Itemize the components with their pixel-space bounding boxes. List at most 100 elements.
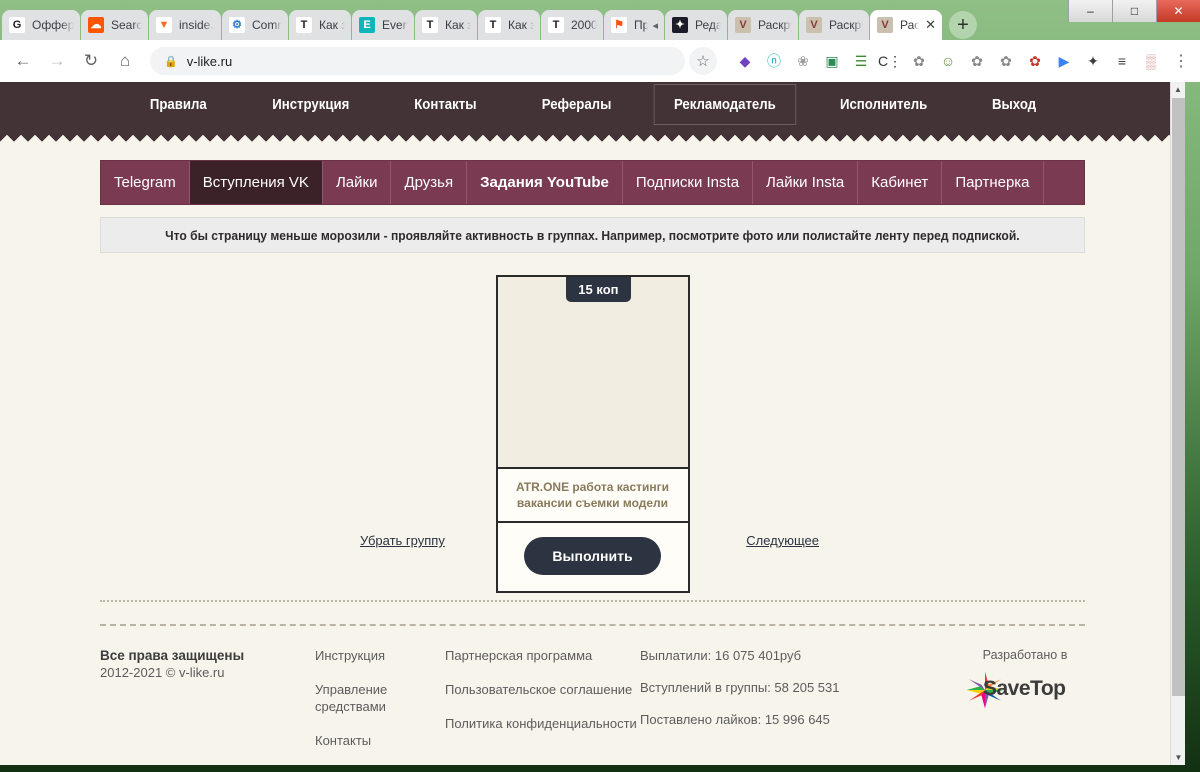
- browser-menu-button[interactable]: ⋮: [1170, 51, 1192, 71]
- gem-extension-icon[interactable]: ◆: [732, 48, 758, 74]
- new-tab-plus-icon: +: [957, 13, 969, 36]
- tab-close-icon[interactable]: ✕: [925, 17, 936, 33]
- address-bar[interactable]: 🔒 v-like.ru: [150, 47, 685, 75]
- browser-tab-title: Comm: [252, 18, 282, 32]
- savetop-logo: SaveTop: [965, 668, 1085, 712]
- scrollbar-thumb[interactable]: [1172, 98, 1185, 696]
- browser-tab[interactable]: T Как за: [478, 10, 540, 40]
- new-tab-button[interactable]: +: [949, 11, 977, 39]
- remove-group-link[interactable]: Убрать группу: [360, 533, 445, 548]
- task-image: 15 коп: [497, 277, 688, 469]
- text-t-icon: T: [485, 17, 501, 33]
- category-tab-6[interactable]: Подписки Insta: [623, 161, 754, 204]
- text-t-icon: T: [296, 17, 312, 33]
- browser-tab-title: Search: [111, 18, 142, 32]
- stamp3-extension-icon[interactable]: ✿: [993, 48, 1019, 74]
- footer-link-3[interactable]: Контакты: [315, 733, 445, 750]
- browser-tab[interactable]: T 2000 р: [541, 10, 603, 40]
- execute-task-button[interactable]: Выполнить: [524, 537, 661, 576]
- smiley-extension-icon[interactable]: ☺: [935, 48, 961, 74]
- nav-item-5[interactable]: Рекламодатель: [653, 84, 796, 125]
- footer-stat-3: Поставлено лайков: 15 996 645: [640, 712, 830, 727]
- browser-window: G Оффер ☁ Search ▼ inside. ⚙ Comm T Как за E Everve…: [0, 0, 1200, 772]
- category-tab-4[interactable]: Друзья: [391, 161, 468, 204]
- category-tab-1[interactable]: Telegram: [101, 161, 190, 204]
- address-bar-url: v-like.ru: [186, 53, 233, 69]
- dashed-divider: [100, 624, 1085, 626]
- browser-tab[interactable]: V Раскру: [799, 10, 869, 40]
- scroll-down-arrow[interactable]: ▼: [1171, 750, 1186, 765]
- ci-extension-icon[interactable]: C⋮: [877, 48, 903, 74]
- home-button[interactable]: ⌂: [110, 46, 140, 76]
- browser-tab-title: inside.: [179, 18, 214, 32]
- google-icon: G: [9, 17, 25, 33]
- feather-extension-icon[interactable]: ❀: [790, 48, 816, 74]
- maximize-button[interactable]: □: [1112, 0, 1156, 22]
- camera-extension-icon[interactable]: ▣: [819, 48, 845, 74]
- browser-tab-title: 2000 р: [571, 18, 597, 32]
- category-tab-3[interactable]: Лайки: [323, 161, 392, 204]
- nav-item-7[interactable]: Выход: [967, 88, 1060, 121]
- browser-tab[interactable]: ✦ Редак: [665, 10, 727, 40]
- browser-tab[interactable]: T Как за: [415, 10, 477, 40]
- stamp1-extension-icon[interactable]: ✿: [906, 48, 932, 74]
- stamp2-extension-icon[interactable]: ✿: [964, 48, 990, 74]
- back-button[interactable]: ←: [8, 46, 38, 76]
- puzzle-extension-icon[interactable]: ✦: [1080, 48, 1106, 74]
- browser-tab[interactable]: V Рас ✕: [870, 10, 942, 40]
- task-title: ATR.ONE работа кастинги вакансии съемки …: [497, 469, 688, 524]
- page-scrollbar[interactable]: ▲ ▼: [1170, 82, 1185, 765]
- category-tab-9[interactable]: Партнерка: [942, 161, 1044, 204]
- bookmark-star-icon[interactable]: ☆: [689, 47, 717, 75]
- category-tab-8[interactable]: Кабинет: [858, 161, 943, 204]
- tab-mute-icon[interactable]: ◂: [652, 19, 658, 32]
- footer-link-1[interactable]: Партнерская программа: [445, 648, 640, 665]
- browser-tab[interactable]: ⚙ Comm: [222, 10, 288, 40]
- next-task-link[interactable]: Следующее: [746, 533, 819, 548]
- nav-item-3[interactable]: Контакты: [390, 88, 502, 121]
- browser-tab[interactable]: ▼ inside.: [149, 10, 221, 40]
- browser-tab[interactable]: ☁ Search: [81, 10, 148, 40]
- nav-item-1[interactable]: Правила: [125, 88, 231, 121]
- scroll-up-arrow[interactable]: ▲: [1171, 82, 1185, 97]
- browser-toolbar: ← → ↻ ⌂ 🔒 v-like.ru ☆ ◆ ⓝ ❀ ▣ ☰ C⋮ ✿ ☺ ✿ ✿ ✿ ▶ ✦ ≡ ▒ ⋮: [0, 40, 1200, 82]
- community-icon: ⚙: [229, 17, 245, 33]
- category-tab-7[interactable]: Лайки Insta: [753, 161, 859, 204]
- footer-link-1[interactable]: Инструкция: [315, 648, 445, 665]
- footer-link-2[interactable]: Управление средствами: [315, 682, 445, 716]
- vlike-icon: V: [877, 17, 893, 33]
- browser-tab-title: Пр: [634, 18, 649, 32]
- browser-tab-title: Как за: [319, 18, 345, 32]
- profile-badge-icon[interactable]: ▒: [1138, 48, 1164, 74]
- browser-tab[interactable]: T Как за: [289, 10, 351, 40]
- browser-tab-title: Редак: [695, 18, 721, 32]
- notion-extension-icon[interactable]: ⓝ: [761, 48, 787, 74]
- layers-extension-icon[interactable]: ☰: [848, 48, 874, 74]
- browser-tab[interactable]: E Everve: [352, 10, 414, 40]
- close-icon: ✕: [1173, 4, 1184, 18]
- category-tab-filler: [1044, 161, 1084, 204]
- play-extension-icon[interactable]: ▶: [1051, 48, 1077, 74]
- stamp4-extension-icon[interactable]: ✿: [1022, 48, 1048, 74]
- category-tab-2[interactable]: Вступления VK: [189, 161, 323, 204]
- browser-tab-title: Раскру: [829, 18, 863, 32]
- dotted-divider: [100, 600, 1085, 602]
- nav-item-2[interactable]: Инструкция: [247, 88, 373, 121]
- footer-link-2[interactable]: Пользовательское соглашение: [445, 682, 640, 699]
- footer-link-3[interactable]: Политика конфиденциальности: [445, 716, 640, 733]
- browser-tab[interactable]: ⚑ Пр ◂: [604, 10, 664, 40]
- back-arrow-icon: ←: [14, 51, 32, 70]
- footer-stats: Выплатили: 16 075 401руб Вступлений в гру…: [640, 648, 940, 765]
- forward-button[interactable]: →: [42, 46, 72, 76]
- minimize-button[interactable]: –: [1068, 0, 1112, 22]
- browser-tab[interactable]: G Оффер: [2, 10, 80, 40]
- nav-item-6[interactable]: Исполнитель: [815, 88, 952, 121]
- reload-button[interactable]: ↻: [76, 46, 106, 76]
- category-tab-5[interactable]: Задания YouTube: [467, 161, 623, 204]
- browser-tab[interactable]: V Раскру: [728, 10, 798, 40]
- reading-list-icon[interactable]: ≡: [1109, 48, 1135, 74]
- text-t-icon: T: [548, 17, 564, 33]
- close-window-button[interactable]: ✕: [1156, 0, 1200, 22]
- nav-item-4[interactable]: Рефералы: [517, 88, 636, 121]
- forward-arrow-icon: →: [48, 51, 66, 70]
